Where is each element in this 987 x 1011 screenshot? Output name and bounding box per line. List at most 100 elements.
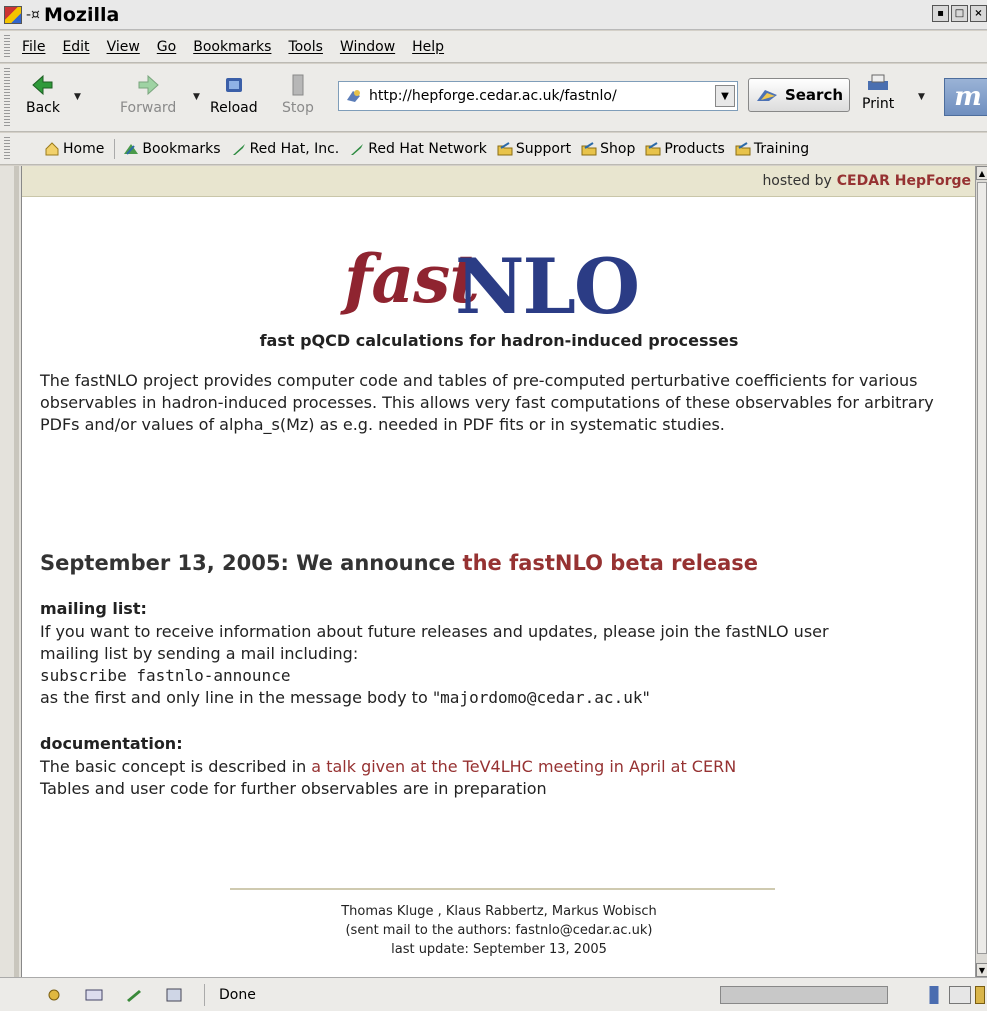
mail-icon[interactable] bbox=[84, 987, 104, 1003]
close-button[interactable]: × bbox=[970, 5, 987, 22]
mailing-list-heading: mailing list: bbox=[40, 599, 147, 618]
folder-icon bbox=[581, 141, 597, 155]
bookmarks-icon bbox=[124, 143, 139, 155]
majordomo-address: majordomo@cedar.ac.uk bbox=[440, 688, 643, 707]
footer-authors: Thomas Kluge , Klaus Rabbertz, Markus Wo… bbox=[341, 904, 657, 919]
bookmark-icon bbox=[232, 143, 245, 155]
back-button[interactable]: Back bbox=[26, 72, 60, 116]
menu-go[interactable]: Go bbox=[157, 39, 176, 55]
status-indicators bbox=[923, 986, 985, 1004]
documentation-line-2: Tables and user code for further observa… bbox=[40, 779, 547, 798]
url-dropdown-icon[interactable]: ▼ bbox=[715, 85, 735, 107]
bookmark-red-hat-inc-label: Red Hat, Inc. bbox=[249, 140, 340, 157]
menu-edit[interactable]: Edit bbox=[62, 39, 89, 55]
back-arrow-icon bbox=[32, 74, 53, 96]
bookmark-red-hat-network[interactable]: Red Hat Network bbox=[349, 141, 487, 157]
announcement-text: September 13, 2005: We announce bbox=[40, 551, 463, 575]
status-separator bbox=[204, 983, 205, 1006]
print-button[interactable]: Print bbox=[862, 72, 894, 112]
pin-icon[interactable]: -¤ bbox=[26, 7, 40, 23]
site-icon bbox=[347, 90, 360, 102]
bookmark-folder-shop-label: Shop bbox=[600, 140, 636, 157]
home-icon bbox=[45, 141, 59, 155]
stop-icon bbox=[292, 74, 304, 96]
menu-file[interactable]: File bbox=[22, 39, 45, 55]
forward-arrow-icon bbox=[138, 74, 159, 96]
tev4lhc-talk-link[interactable]: a talk given at the TeV4LHC meeting in A… bbox=[311, 757, 736, 776]
bookmark-red-hat-inc[interactable]: Red Hat, Inc. bbox=[231, 140, 340, 157]
url-field[interactable]: http://hepforge.cedar.ac.uk/fastnlo/ ▼ bbox=[338, 81, 738, 111]
menu-view[interactable]: View bbox=[107, 39, 140, 55]
bookmark-red-hat-network-label: Red Hat Network bbox=[368, 140, 487, 157]
reload-label: Reload bbox=[210, 100, 258, 116]
menu-tools[interactable]: Tools bbox=[288, 39, 323, 55]
bookmarks-menu-label: Bookmarks bbox=[142, 140, 221, 157]
documentation-line-1-text: The basic concept is described in bbox=[40, 757, 312, 776]
mozilla-app-icon[interactable] bbox=[4, 5, 22, 24]
fastnlo-logo: fast NLO bbox=[342, 230, 662, 331]
menu-window[interactable]: Window bbox=[340, 39, 395, 55]
back-dropdown-icon[interactable]: ▼ bbox=[74, 92, 81, 102]
documentation-heading: documentation: bbox=[40, 734, 183, 753]
bookmark-folder-support[interactable]: Support bbox=[497, 141, 571, 157]
toolbar-grip[interactable] bbox=[4, 35, 10, 58]
toolbar-grip[interactable] bbox=[4, 68, 10, 127]
url-text: http://hepforge.cedar.ac.uk/fastnlo/ bbox=[369, 88, 617, 104]
bookmark-home-label: Home bbox=[63, 140, 105, 157]
cookie-icon[interactable] bbox=[949, 986, 971, 1004]
scrollbar-thumb[interactable] bbox=[977, 182, 987, 954]
maximize-button[interactable]: □ bbox=[951, 5, 968, 22]
window-controls: ▪ □ × bbox=[932, 5, 987, 22]
forward-button[interactable]: Forward bbox=[120, 72, 176, 116]
window-title: Mozilla bbox=[43, 3, 120, 26]
security-lock-icon[interactable] bbox=[975, 986, 985, 1004]
vertical-scrollbar[interactable]: ▲ ▼ bbox=[975, 166, 987, 977]
sidebar-edge bbox=[0, 166, 21, 977]
composer-icon[interactable] bbox=[124, 987, 144, 1003]
bookmark-folder-products-label: Products bbox=[664, 140, 725, 157]
reload-button[interactable]: Reload bbox=[210, 72, 258, 116]
address-book-icon[interactable] bbox=[164, 987, 184, 1003]
logo-nlo-text: NLO bbox=[455, 242, 640, 331]
status-text: Done bbox=[219, 986, 256, 1003]
navigator-icon[interactable] bbox=[44, 987, 64, 1003]
hosted-by-bar: hosted by CEDAR HepForge bbox=[22, 166, 975, 197]
search-button[interactable]: Search bbox=[748, 78, 850, 112]
bookmark-folder-training[interactable]: Training bbox=[735, 141, 809, 157]
scroll-down-icon[interactable]: ▼ bbox=[976, 963, 987, 977]
toolbar-grip[interactable] bbox=[4, 137, 10, 160]
personal-toolbar: Home Bookmarks Red Hat, Inc. Red Hat Net… bbox=[0, 133, 987, 165]
menu-bookmarks[interactable]: Bookmarks bbox=[193, 39, 271, 55]
forward-label: Forward bbox=[120, 100, 177, 116]
scroll-up-icon[interactable]: ▲ bbox=[976, 166, 987, 180]
online-icon[interactable] bbox=[923, 986, 945, 1004]
minimize-button[interactable]: ▪ bbox=[932, 5, 949, 22]
print-label: Print bbox=[862, 96, 895, 112]
bookmarks-menu[interactable]: Bookmarks bbox=[123, 140, 221, 157]
menu-help[interactable]: Help bbox=[412, 39, 444, 55]
mozilla-throbber-logo[interactable]: m bbox=[944, 78, 987, 116]
bookmark-folder-products[interactable]: Products bbox=[645, 140, 725, 157]
bookmark-folder-shop[interactable]: Shop bbox=[581, 141, 635, 157]
status-bar: Done bbox=[0, 977, 987, 1011]
tagline: fast pQCD calculations for hadron-induce… bbox=[259, 331, 739, 350]
print-dropdown-icon[interactable]: ▼ bbox=[918, 92, 925, 102]
announcement-heading: September 13, 2005: We announce the fast… bbox=[40, 551, 758, 575]
footer-divider bbox=[230, 888, 775, 890]
bookmark-home[interactable]: Home bbox=[44, 141, 104, 157]
folder-icon bbox=[735, 141, 751, 155]
search-label: Search bbox=[784, 86, 844, 104]
folder-icon bbox=[645, 141, 661, 155]
bookmark-folder-training-label: Training bbox=[753, 140, 810, 157]
hepforge-link[interactable]: CEDAR HepForge bbox=[837, 173, 971, 189]
toolbar-separator bbox=[114, 138, 116, 159]
stop-button[interactable]: Stop bbox=[282, 72, 314, 116]
documentation-text: The basic concept is described in a talk… bbox=[40, 756, 960, 800]
mailing-line-1: If you want to receive information about… bbox=[40, 622, 829, 641]
printer-icon bbox=[868, 74, 889, 90]
menu-bar: File Edit View Go Bookmarks Tools Window… bbox=[0, 31, 987, 63]
beta-release-link[interactable]: the fastNLO beta release bbox=[463, 551, 759, 575]
forward-dropdown-icon[interactable]: ▼ bbox=[193, 92, 200, 102]
mailing-line-3-suffix: " bbox=[642, 688, 650, 707]
footer-last-update: last update: September 13, 2005 bbox=[391, 942, 607, 957]
